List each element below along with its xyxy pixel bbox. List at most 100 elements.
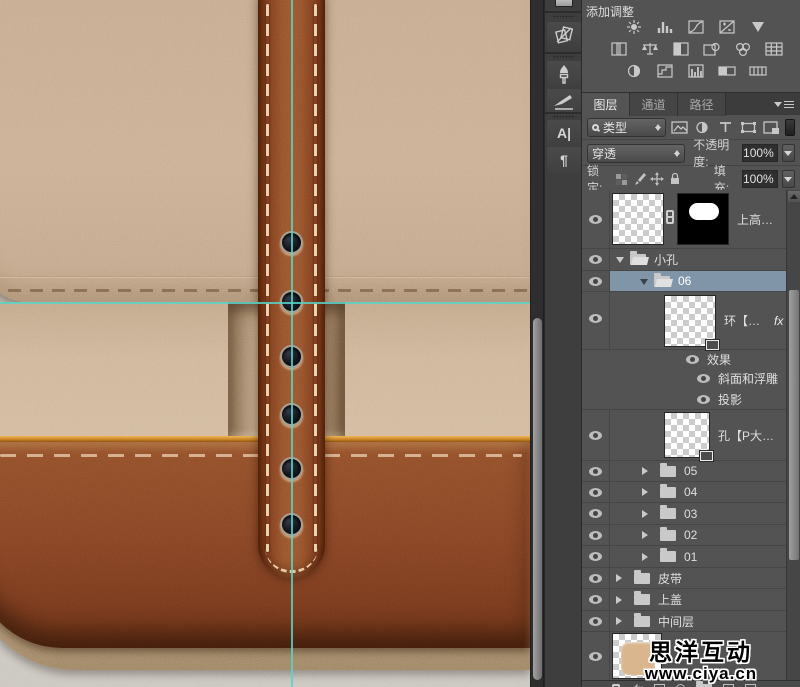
disclosure-closed-icon[interactable] xyxy=(642,467,652,475)
vibrance-icon[interactable] xyxy=(747,19,769,35)
group-row[interactable]: 04 xyxy=(582,482,786,503)
group-name[interactable]: 皮带 xyxy=(658,570,682,587)
disclosure-closed-icon[interactable] xyxy=(616,617,626,625)
lock-all-icon[interactable] xyxy=(668,172,682,186)
effects-header-label[interactable]: 效果 xyxy=(707,351,731,368)
disclosure-open-icon[interactable] xyxy=(616,257,624,267)
document-canvas[interactable] xyxy=(0,0,530,687)
mask-link-icon[interactable] xyxy=(666,210,675,228)
layer-thumbnail[interactable] xyxy=(664,295,716,347)
lock-paint-icon[interactable] xyxy=(632,172,646,186)
opacity-dropdown-button[interactable] xyxy=(782,144,795,162)
layers-scrollbar[interactable] xyxy=(786,190,800,680)
filter-toggle-switch[interactable] xyxy=(785,119,795,136)
dock-grip[interactable] xyxy=(553,15,575,19)
layer-name[interactable]: 环【… xyxy=(724,312,760,329)
visibility-toggle[interactable] xyxy=(582,271,610,291)
visibility-toggle[interactable] xyxy=(582,249,610,270)
disclosure-open-icon[interactable] xyxy=(640,279,648,289)
color-lookup-icon[interactable] xyxy=(763,41,785,57)
group-name[interactable]: 04 xyxy=(684,485,697,499)
scroll-up-button[interactable] xyxy=(788,191,800,202)
panel-menu-button[interactable] xyxy=(774,93,794,115)
fill-dropdown-button[interactable] xyxy=(782,170,795,188)
effects-header-row[interactable]: 效果 xyxy=(582,350,786,368)
eye-icon[interactable] xyxy=(697,374,710,383)
layer-row[interactable]: 环【… fx xyxy=(582,292,786,350)
guide-vertical[interactable] xyxy=(291,0,293,687)
visibility-toggle[interactable] xyxy=(582,568,610,588)
visibility-toggle[interactable] xyxy=(582,546,610,567)
visibility-toggle[interactable] xyxy=(582,589,610,610)
visibility-toggle[interactable] xyxy=(582,410,610,460)
group-row[interactable]: 02 xyxy=(582,525,786,546)
type-layer-filter-button[interactable] xyxy=(716,119,735,136)
canvas-vertical-scrollbar[interactable] xyxy=(530,0,544,687)
layer-row[interactable]: 上高… xyxy=(582,190,786,249)
layer-thumbnail[interactable] xyxy=(612,193,664,245)
pixel-layer-filter-button[interactable] xyxy=(670,119,689,136)
group-name[interactable]: 02 xyxy=(684,528,697,542)
effect-item-label[interactable]: 斜面和浮雕 xyxy=(718,370,778,387)
tab-paths[interactable]: 路径 xyxy=(678,93,726,116)
eye-icon[interactable] xyxy=(697,395,710,404)
hue-saturation-icon[interactable] xyxy=(608,41,630,57)
opacity-value[interactable]: 100% xyxy=(742,144,778,162)
group-name[interactable]: 中间层 xyxy=(658,613,694,630)
disclosure-closed-icon[interactable] xyxy=(642,553,652,561)
group-row[interactable]: 01 xyxy=(582,546,786,568)
clone-source-panel-icon[interactable] xyxy=(547,22,581,48)
smart-object-filter-button[interactable] xyxy=(762,119,781,136)
fx-badge[interactable]: fx xyxy=(774,314,783,328)
curves-icon[interactable] xyxy=(685,19,707,35)
group-row[interactable]: 皮带 xyxy=(582,568,786,589)
group-row[interactable]: 中间层 xyxy=(582,611,786,632)
invert-icon[interactable] xyxy=(623,63,645,79)
layer-row[interactable]: 孔【P大… xyxy=(582,410,786,461)
effect-item-label[interactable]: 投影 xyxy=(718,391,742,408)
clipped-panel-icon[interactable] xyxy=(555,0,573,7)
group-name[interactable]: 03 xyxy=(684,507,697,521)
disclosure-closed-icon[interactable] xyxy=(616,596,626,604)
exposure-icon[interactable] xyxy=(716,19,738,35)
visibility-toggle[interactable] xyxy=(582,461,610,481)
effect-item-row[interactable]: 斜面和浮雕 xyxy=(582,368,786,389)
dock-grip[interactable] xyxy=(553,115,575,119)
black-white-icon[interactable] xyxy=(670,41,692,57)
eye-icon[interactable] xyxy=(686,355,699,364)
photo-filter-icon[interactable] xyxy=(701,41,723,57)
levels-icon[interactable] xyxy=(654,19,676,35)
group-row[interactable]: 上盖 xyxy=(582,589,786,611)
visibility-toggle[interactable] xyxy=(582,482,610,502)
visibility-toggle[interactable] xyxy=(582,525,610,545)
group-row-selected[interactable]: 06 xyxy=(582,271,786,292)
layers-scrollbar-thumb[interactable] xyxy=(789,290,799,560)
shape-layer-filter-button[interactable] xyxy=(739,119,758,136)
selective-color-icon[interactable] xyxy=(747,63,769,79)
group-row[interactable]: 03 xyxy=(582,503,786,525)
disclosure-closed-icon[interactable] xyxy=(642,510,652,518)
tab-layers[interactable]: 图层 xyxy=(582,93,630,116)
filter-kind-dropdown[interactable]: 类型 xyxy=(587,118,666,137)
gradient-map-icon[interactable] xyxy=(716,63,738,79)
adjustment-layer-filter-button[interactable] xyxy=(693,119,712,136)
fill-value[interactable]: 100% xyxy=(742,170,778,188)
group-row[interactable]: 小孔 xyxy=(582,249,786,271)
dock-grip[interactable] xyxy=(553,55,575,59)
group-name[interactable]: 06 xyxy=(678,274,691,288)
paragraph-panel-icon[interactable]: ¶ xyxy=(547,147,581,173)
disclosure-closed-icon[interactable] xyxy=(642,488,652,496)
posterize-icon[interactable] xyxy=(654,63,676,79)
brush-panel-icon[interactable] xyxy=(547,61,581,87)
layer-thumbnail[interactable] xyxy=(664,412,710,458)
blend-mode-dropdown[interactable]: 穿透 xyxy=(587,144,685,163)
channel-mixer-icon[interactable] xyxy=(732,41,754,57)
brightness-contrast-icon[interactable] xyxy=(623,19,645,35)
visibility-toggle[interactable] xyxy=(582,611,610,631)
lock-position-icon[interactable] xyxy=(650,172,664,186)
disclosure-closed-icon[interactable] xyxy=(616,574,626,582)
canvas-scrollbar-thumb[interactable] xyxy=(533,318,542,680)
layer-mask-thumbnail[interactable] xyxy=(677,193,729,245)
visibility-toggle[interactable] xyxy=(582,292,610,349)
lock-transparency-icon[interactable] xyxy=(615,172,628,186)
